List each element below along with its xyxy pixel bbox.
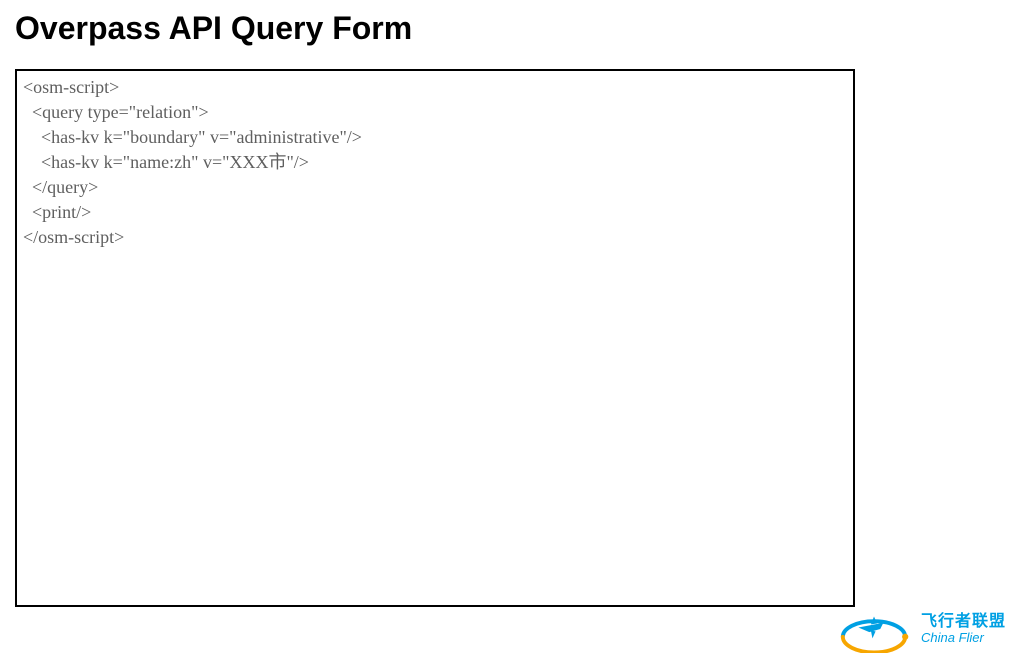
- watermark: 飞行者联盟 China Flier: [835, 605, 1006, 653]
- plane-logo-icon: [835, 605, 913, 653]
- watermark-line1: 飞行者联盟: [921, 613, 1006, 631]
- watermark-text: 飞行者联盟 China Flier: [921, 613, 1006, 645]
- query-textarea[interactable]: [15, 69, 855, 607]
- page-title: Overpass API Query Form: [15, 10, 1014, 47]
- watermark-line2: China Flier: [921, 631, 1006, 645]
